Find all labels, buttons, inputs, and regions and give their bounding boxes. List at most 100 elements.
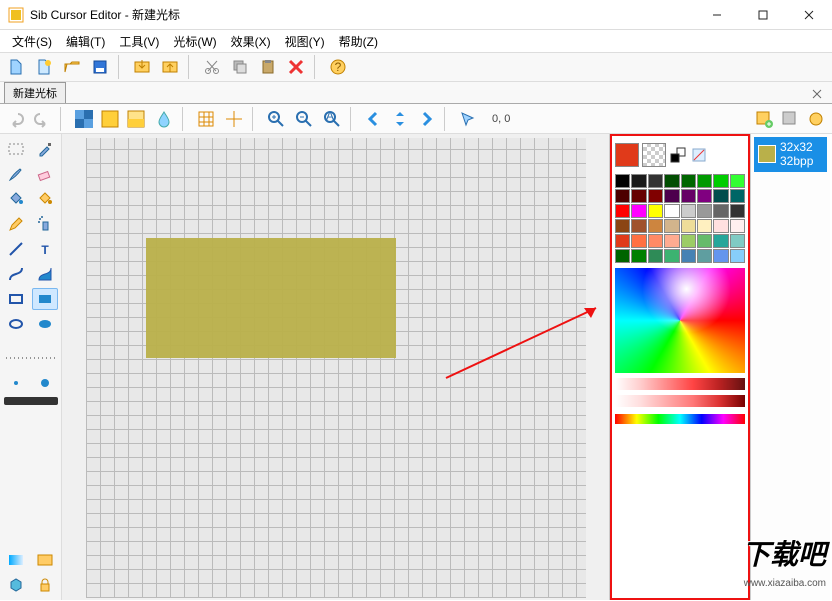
color-palette[interactable] [615, 174, 745, 263]
palette-swatch[interactable] [730, 189, 745, 203]
bg-color-button[interactable] [98, 107, 122, 131]
color-picker-tool[interactable] [32, 138, 58, 160]
foreground-swatch[interactable] [615, 143, 639, 167]
canvas-viewport[interactable] [62, 134, 609, 600]
menu-file[interactable]: 文件(S) [6, 31, 58, 52]
palette-swatch[interactable] [713, 189, 728, 203]
bg-checker-button[interactable] [72, 107, 96, 131]
palette-swatch[interactable] [615, 204, 630, 218]
hue-bar[interactable] [615, 414, 745, 424]
minimize-button[interactable] [694, 0, 740, 30]
brush-tool[interactable] [3, 163, 29, 185]
palette-swatch[interactable] [730, 204, 745, 218]
palette-swatch[interactable] [713, 174, 728, 188]
background-swatch[interactable] [642, 143, 666, 167]
palette-swatch[interactable] [631, 249, 646, 263]
palette-swatch[interactable] [697, 189, 712, 203]
line-tool[interactable] [3, 238, 29, 260]
copy-button[interactable] [228, 55, 252, 79]
3d-tool[interactable] [3, 574, 29, 596]
palette-swatch[interactable] [730, 249, 745, 263]
paste-button[interactable] [256, 55, 280, 79]
palette-swatch[interactable] [615, 174, 630, 188]
redo-button[interactable] [30, 107, 54, 131]
palette-swatch[interactable] [730, 234, 745, 248]
shade-bar-2[interactable] [615, 395, 745, 407]
palette-swatch[interactable] [664, 249, 679, 263]
stroke-preview[interactable] [4, 397, 58, 405]
pencil-tool[interactable] [3, 213, 29, 235]
menu-view[interactable]: 视图(Y) [279, 31, 331, 52]
save-button[interactable] [88, 55, 112, 79]
palette-swatch[interactable] [713, 234, 728, 248]
filled-rect-tool[interactable] [32, 288, 58, 310]
format-item-selected[interactable]: 32x32 32bpp [754, 137, 827, 172]
palette-swatch[interactable] [730, 174, 745, 188]
tabs-close-button[interactable] [808, 85, 826, 103]
brush-size-1[interactable] [3, 372, 29, 394]
new-from-button[interactable] [32, 55, 56, 79]
zoom-fit-button[interactable]: A [320, 107, 344, 131]
eraser-tool[interactable] [32, 163, 58, 185]
color-replace-tool[interactable] [32, 188, 58, 210]
drop-button[interactable] [152, 107, 176, 131]
palette-swatch[interactable] [664, 219, 679, 233]
palette-swatch[interactable] [631, 219, 646, 233]
palette-swatch[interactable] [681, 249, 696, 263]
rect-tool[interactable] [3, 288, 29, 310]
new-button[interactable] [4, 55, 28, 79]
transparent-icon[interactable] [690, 146, 708, 164]
color-gradient-picker[interactable] [615, 268, 745, 373]
palette-swatch[interactable] [648, 204, 663, 218]
zoom-in-button[interactable] [264, 107, 288, 131]
help-button[interactable]: ? [326, 55, 350, 79]
palette-swatch[interactable] [648, 174, 663, 188]
palette-swatch[interactable] [631, 234, 646, 248]
palette-swatch[interactable] [615, 234, 630, 248]
remove-frame-button[interactable] [778, 107, 802, 131]
pixel-canvas[interactable] [86, 138, 586, 598]
palette-swatch[interactable] [697, 204, 712, 218]
pattern-tool[interactable] [32, 549, 58, 571]
menu-effects[interactable]: 效果(X) [225, 31, 277, 52]
line-width-1[interactable] [4, 347, 58, 369]
move-vert-button[interactable] [388, 107, 412, 131]
palette-swatch[interactable] [615, 219, 630, 233]
cut-button[interactable] [200, 55, 224, 79]
move-right-button[interactable] [414, 107, 438, 131]
palette-swatch[interactable] [681, 189, 696, 203]
zoom-out-button[interactable] [292, 107, 316, 131]
palette-swatch[interactable] [664, 204, 679, 218]
palette-swatch[interactable] [681, 204, 696, 218]
menu-cursor[interactable]: 光标(W) [167, 31, 222, 52]
import-button[interactable] [130, 55, 154, 79]
add-frame-button[interactable] [752, 107, 776, 131]
curve-tool[interactable] [3, 263, 29, 285]
delete-button[interactable] [284, 55, 308, 79]
brush-size-2[interactable] [32, 372, 58, 394]
filled-ellipse-tool[interactable] [32, 313, 58, 335]
center-button[interactable] [222, 107, 246, 131]
select-tool[interactable] [3, 138, 29, 160]
shade-bar-1[interactable] [615, 378, 745, 390]
palette-swatch[interactable] [615, 189, 630, 203]
palette-swatch[interactable] [697, 249, 712, 263]
palette-swatch[interactable] [681, 234, 696, 248]
palette-swatch[interactable] [648, 189, 663, 203]
tab-current[interactable]: 新建光标 [4, 82, 66, 103]
palette-swatch[interactable] [664, 174, 679, 188]
palette-swatch[interactable] [730, 219, 745, 233]
palette-swatch[interactable] [648, 249, 663, 263]
grid-button[interactable] [194, 107, 218, 131]
swap-colors-icon[interactable] [669, 146, 687, 164]
export-button[interactable] [158, 55, 182, 79]
palette-swatch[interactable] [713, 249, 728, 263]
ellipse-tool[interactable] [3, 313, 29, 335]
maximize-button[interactable] [740, 0, 786, 30]
frame-props-button[interactable] [804, 107, 828, 131]
palette-swatch[interactable] [648, 219, 663, 233]
spray-tool[interactable] [32, 213, 58, 235]
menu-tools[interactable]: 工具(V) [113, 31, 165, 52]
shape-tool[interactable] [32, 263, 58, 285]
close-button[interactable] [786, 0, 832, 30]
